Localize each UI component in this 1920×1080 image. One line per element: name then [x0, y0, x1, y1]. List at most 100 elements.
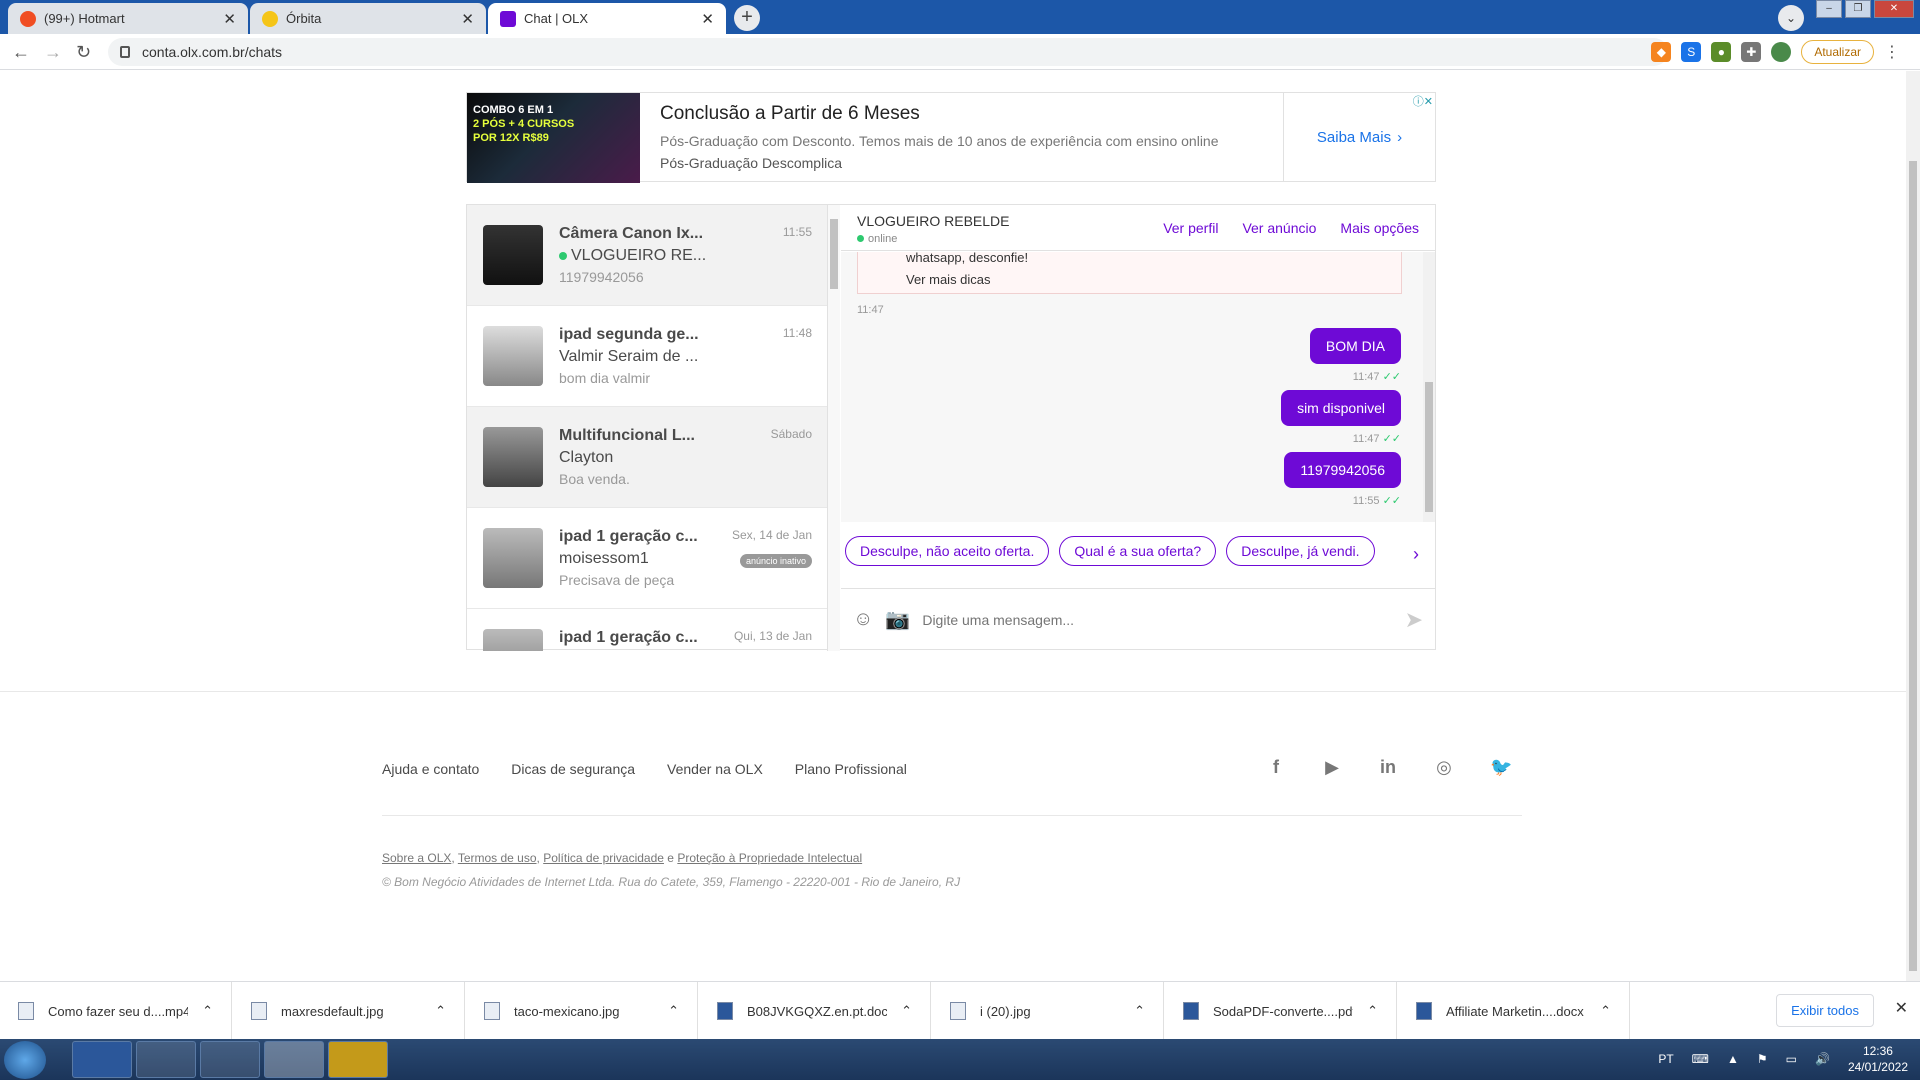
app-taskbar-icon[interactable]: [328, 1041, 388, 1078]
menu-kebab-icon[interactable]: ⋮: [1884, 42, 1900, 62]
twitter-icon[interactable]: 🐦: [1490, 757, 1512, 778]
lock-icon: [120, 46, 130, 58]
tab-chat-olx[interactable]: Chat | OLX ✕: [488, 3, 726, 34]
clock[interactable]: 12:36 24/01/2022: [1848, 1043, 1908, 1075]
download-item[interactable]: Affiliate Marketin....docx ⌃: [1398, 982, 1630, 1040]
chevron-up-icon[interactable]: ⌃: [1367, 1003, 1378, 1019]
conversation-last-message: 11979942056: [559, 269, 644, 285]
close-downloads-icon[interactable]: ✕: [1895, 998, 1908, 1018]
extension-icon[interactable]: ●: [1711, 42, 1732, 62]
new-tab-button[interactable]: +: [734, 5, 760, 31]
conversation-list-scrollbar[interactable]: [828, 205, 840, 651]
sell-on-olx-link[interactable]: Vender na OLX: [667, 761, 763, 777]
message-time: 11:47: [857, 304, 884, 316]
chevron-up-icon[interactable]: ⌃: [1600, 1003, 1611, 1019]
profile-avatar[interactable]: [1771, 42, 1792, 62]
quick-reply-button[interactable]: Desculpe, não aceito oferta.: [845, 536, 1050, 566]
tab-orbita[interactable]: Órbita ✕: [250, 3, 486, 34]
conversation-item[interactable]: ipad segunda ge... Valmir Seraim de ... …: [467, 306, 827, 407]
product-thumbnail: [483, 225, 543, 285]
keyboard-icon[interactable]: ⌨: [1692, 1052, 1709, 1066]
advertisement-banner[interactable]: COMBO 6 EM 1 2 PÓS + 4 CURSOS POR 12X R$…: [466, 92, 1436, 183]
chevron-up-icon[interactable]: ⌃: [202, 1003, 213, 1019]
conversation-item[interactable]: Câmera Canon Ix... VLOGUEIRO RE... 11979…: [467, 205, 827, 306]
word-taskbar-icon[interactable]: [72, 1041, 132, 1078]
youtube-icon[interactable]: ▶: [1322, 757, 1342, 778]
facebook-icon[interactable]: f: [1266, 757, 1286, 778]
show-all-downloads-button[interactable]: Exibir todos: [1776, 994, 1874, 1027]
network-icon[interactable]: ▭: [1786, 1052, 1797, 1066]
download-item[interactable]: taco-mexicano.jpg ⌃: [466, 982, 698, 1040]
paint-taskbar-icon[interactable]: [136, 1041, 196, 1078]
image-file-icon: [484, 1002, 500, 1020]
notepad-taskbar-icon[interactable]: [200, 1041, 260, 1078]
ad-source: Pós-Graduação Descomplica: [660, 155, 843, 171]
close-tab-icon[interactable]: ✕: [223, 10, 236, 28]
volume-icon[interactable]: 🔊: [1815, 1052, 1830, 1066]
more-tips-link[interactable]: Ver mais dicas: [906, 269, 1353, 291]
download-item[interactable]: i (20).jpg ⌃: [932, 982, 1164, 1040]
chevron-up-icon[interactable]: ⌃: [668, 1003, 679, 1019]
word-file-icon: [1416, 1002, 1432, 1020]
download-item[interactable]: SodaPDF-converte....pdf ⌃: [1165, 982, 1397, 1040]
download-item[interactable]: maxresdefault.jpg ⌃: [233, 982, 465, 1040]
s-extension-icon[interactable]: S: [1681, 42, 1702, 62]
message-input[interactable]: [922, 611, 1393, 628]
ad-image[interactable]: COMBO 6 EM 1 2 PÓS + 4 CURSOS POR 12X R$…: [467, 93, 640, 183]
terms-link[interactable]: Termos de uso: [458, 851, 537, 865]
instagram-icon[interactable]: ◎: [1434, 757, 1454, 778]
image-file-icon: [950, 1002, 966, 1020]
view-ad-link[interactable]: Ver anúncio: [1242, 220, 1316, 236]
chevron-right-icon[interactable]: ›: [1403, 541, 1429, 567]
download-filename: maxresdefault.jpg: [281, 1003, 384, 1019]
privacy-link[interactable]: Política de privacidade: [543, 851, 664, 865]
reload-icon[interactable]: ↻: [76, 42, 91, 63]
download-item[interactable]: B08JVKGQXZ.en.pt.docx ⌃: [699, 982, 931, 1040]
send-icon[interactable]: ➤: [1405, 607, 1423, 633]
more-options-link[interactable]: Mais opções: [1340, 220, 1419, 236]
chrome-taskbar-icon[interactable]: [264, 1041, 324, 1078]
safety-tips-link[interactable]: Dicas de segurança: [511, 761, 635, 777]
conversation-item[interactable]: Multifuncional L... Clayton Boa venda. S…: [467, 407, 827, 508]
minimize-icon[interactable]: –: [1816, 0, 1842, 18]
back-arrow-icon[interactable]: ←: [12, 42, 30, 63]
adchoices-icon[interactable]: ⓘ✕: [1413, 93, 1433, 109]
flag-icon[interactable]: ⚑: [1757, 1052, 1768, 1066]
help-contact-link[interactable]: Ajuda e contato: [382, 761, 479, 777]
conversation-time: Qui, 13 de Jan: [733, 629, 812, 643]
download-item[interactable]: Como fazer seu d....mp4 ⌃: [0, 982, 232, 1040]
forward-arrow-icon[interactable]: →: [44, 42, 62, 63]
download-filename: taco-mexicano.jpg: [514, 1003, 620, 1019]
professional-plan-link[interactable]: Plano Profissional: [795, 761, 907, 777]
language-indicator[interactable]: PT: [1658, 1052, 1673, 1066]
tab-search-chevron-icon[interactable]: ⌄: [1778, 5, 1804, 31]
conversation-item[interactable]: ipad 1 geração c... Qui, 13 de Jan: [467, 609, 827, 651]
puzzle-extensions-icon[interactable]: ✚: [1741, 42, 1762, 62]
message-scrollbar[interactable]: [1423, 252, 1435, 522]
quick-reply-button[interactable]: Desculpe, já vendi.: [1226, 536, 1375, 566]
chevron-up-icon[interactable]: ⌃: [435, 1003, 446, 1019]
chevron-up-icon[interactable]: ⌃: [901, 1003, 912, 1019]
quick-reply-button[interactable]: Qual é a sua oferta?: [1059, 536, 1217, 566]
show-hidden-icons-icon[interactable]: ▲: [1727, 1052, 1739, 1066]
close-window-icon[interactable]: ✕: [1874, 0, 1914, 18]
metamask-extension-icon[interactable]: ◆: [1651, 42, 1672, 62]
update-button[interactable]: Atualizar: [1801, 40, 1874, 64]
emoji-icon[interactable]: ☺: [853, 608, 873, 631]
restore-icon[interactable]: ❐: [1845, 0, 1871, 18]
close-tab-icon[interactable]: ✕: [701, 10, 714, 28]
address-bar[interactable]: conta.olx.com.br/chats: [108, 38, 1668, 66]
view-profile-link[interactable]: Ver perfil: [1163, 220, 1218, 236]
windows-start-button[interactable]: [4, 1041, 46, 1079]
close-tab-icon[interactable]: ✕: [461, 10, 474, 28]
camera-icon[interactable]: 📷: [885, 607, 910, 632]
ad-headline[interactable]: Conclusão a Partir de 6 Meses: [660, 103, 1263, 125]
ip-protection-link[interactable]: Proteção à Propriedade Intelectual: [677, 851, 862, 865]
ad-image-text: POR 12X R$89: [473, 132, 549, 144]
tab-hotmart[interactable]: (99+) Hotmart ✕: [8, 3, 248, 34]
conversation-item[interactable]: ipad 1 geração c... moisessom1 Precisava…: [467, 508, 827, 609]
about-olx-link[interactable]: Sobre a OLX: [382, 851, 451, 865]
page-scrollbar[interactable]: [1906, 71, 1920, 981]
linkedin-icon[interactable]: in: [1378, 757, 1398, 778]
chevron-up-icon[interactable]: ⌃: [1134, 1003, 1145, 1019]
